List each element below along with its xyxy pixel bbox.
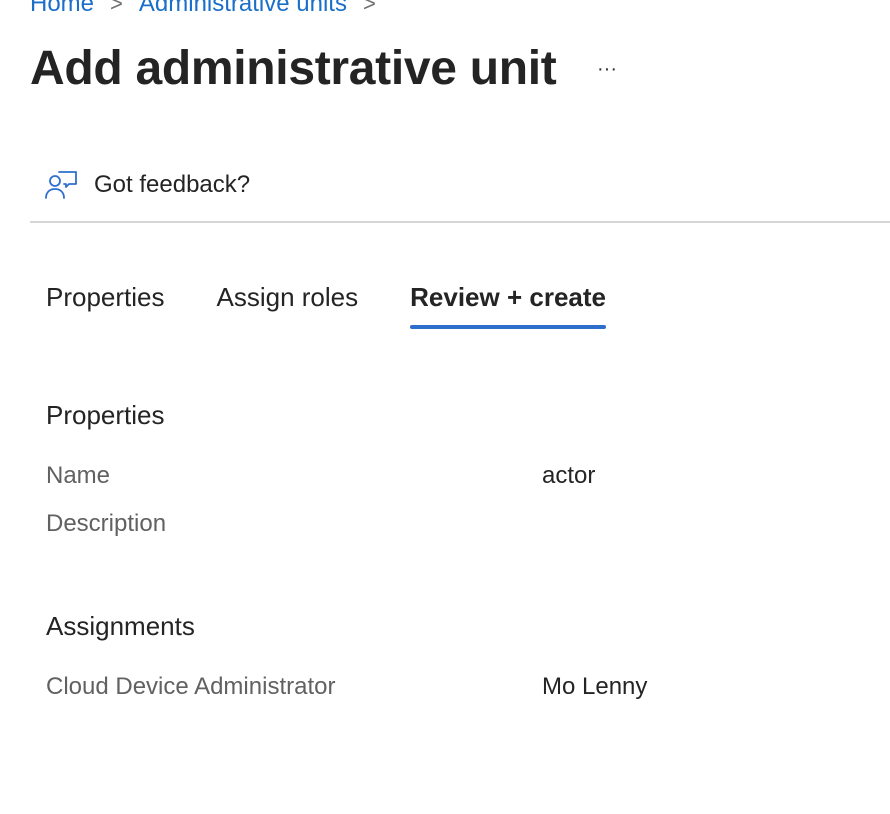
breadcrumb-separator: > <box>362 0 376 16</box>
breadcrumb-separator: > <box>110 0 123 16</box>
breadcrumb-administrative-units-link[interactable]: Administrative units <box>139 0 347 18</box>
field-label-role: Cloud Device Administrator <box>46 673 336 700</box>
feedback-button[interactable]: Got feedback? <box>44 168 250 202</box>
feedback-label: Got feedback? <box>94 171 251 198</box>
breadcrumb: Home > Administrative units > <box>30 0 392 18</box>
more-options-button[interactable]: ··· <box>590 54 624 84</box>
field-value-assignee: Mo Lenny <box>542 673 648 700</box>
breadcrumb-home-link[interactable]: Home <box>30 0 94 18</box>
field-label-description: Description <box>46 510 167 537</box>
feedback-person-icon <box>45 171 77 199</box>
section-title-assignments: Assignments <box>46 611 195 641</box>
field-value-name: actor <box>542 462 596 489</box>
tab-review-create[interactable]: Review + create <box>410 282 606 329</box>
section-title-properties: Properties <box>46 400 165 430</box>
divider <box>30 221 890 223</box>
page-title: Add administrative unit <box>30 42 557 95</box>
tab-bar: Properties Assign roles Review + create <box>46 282 658 329</box>
field-label-name: Name <box>46 462 111 489</box>
tab-assign-roles[interactable]: Assign roles <box>217 282 359 325</box>
tab-properties[interactable]: Properties <box>46 282 165 325</box>
